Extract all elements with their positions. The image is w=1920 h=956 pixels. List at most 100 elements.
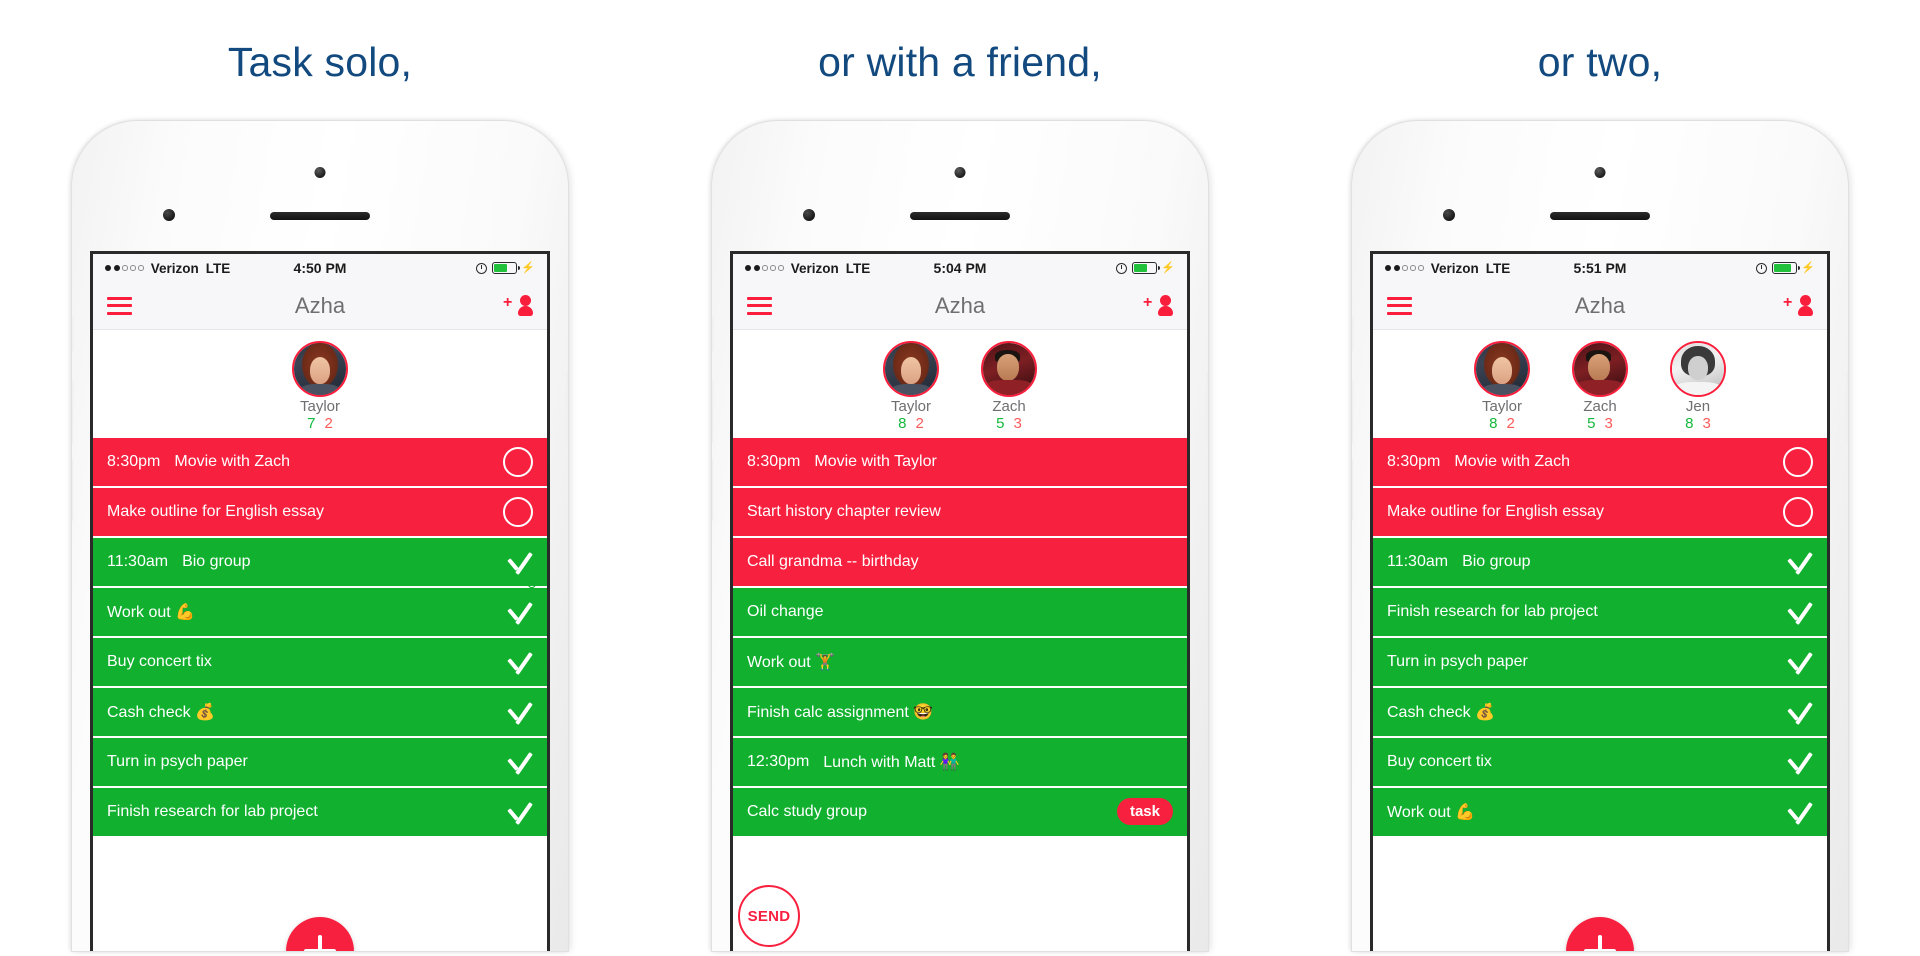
hamburger-icon[interactable]	[107, 296, 132, 315]
checkmark-icon[interactable]	[1785, 700, 1813, 724]
task-mark[interactable]	[1785, 600, 1813, 624]
task-mark[interactable]	[1785, 800, 1813, 824]
member-taylor[interactable]: Taylor 8 2	[1464, 341, 1540, 432]
hamburger-line	[1387, 304, 1412, 308]
up-button[interactable]	[712, 381, 713, 444]
task-mark[interactable]	[503, 446, 533, 477]
task-mark[interactable]	[505, 700, 533, 724]
hamburger-icon[interactable]	[747, 296, 772, 315]
task-title: Turn in psych paper	[1387, 652, 1528, 670]
incomplete-circle-icon[interactable]	[503, 446, 533, 477]
dn-button[interactable]	[72, 459, 73, 522]
nav-bar: Azha +	[93, 282, 547, 331]
task-row[interactable]: Make outline for English essay	[93, 487, 547, 538]
checkmark-icon[interactable]	[1785, 600, 1813, 624]
task-row[interactable]: 8:30pm Movie with Zach	[93, 437, 547, 488]
task-row[interactable]: Cash check 💰	[93, 687, 547, 738]
task-mark[interactable]	[505, 800, 533, 824]
task-mark[interactable]	[1783, 496, 1813, 527]
phone-column-3: or two, Verizon LTE 5:51 PM ⚡ Azha + Taylor 8 2 Za…	[1280, 0, 1920, 956]
checkmark-icon[interactable]	[1785, 550, 1813, 574]
power-button[interactable]	[1207, 371, 1208, 442]
power-button[interactable]	[567, 371, 568, 442]
task-mark[interactable]	[503, 496, 533, 527]
task-mark[interactable]	[1785, 550, 1813, 574]
task-mark[interactable]	[505, 750, 533, 774]
task-title: Buy concert tix	[1387, 752, 1492, 770]
incomplete-circle-icon[interactable]	[503, 496, 533, 527]
power-button[interactable]	[1847, 371, 1848, 442]
dn-button[interactable]	[1352, 459, 1353, 522]
task-row[interactable]: Oil change	[733, 587, 1187, 638]
member-taylor[interactable]: Taylor 7 2	[282, 341, 358, 432]
phone-wrapper-1: Verizon LTE 4:50 PM ⚡ Azha + Taylor 7 2 8:30pm Mov…	[72, 121, 568, 952]
add-person-icon[interactable]: +	[1783, 294, 1813, 318]
dn-button[interactable]	[712, 459, 713, 522]
front-camera-icon	[314, 167, 326, 179]
incomplete-circle-icon[interactable]	[1783, 446, 1813, 477]
checkmark-icon[interactable]	[1785, 750, 1813, 774]
task-row[interactable]: Make outline for English essay	[1373, 487, 1827, 538]
add-person-icon[interactable]: +	[1143, 294, 1173, 318]
member-taylor[interactable]: Taylor 8 2	[873, 341, 949, 432]
up-button[interactable]	[72, 381, 73, 444]
headline-1: Task solo,	[227, 39, 413, 85]
silent-button[interactable]	[1352, 317, 1353, 352]
up-button[interactable]	[1352, 381, 1353, 444]
member-zach[interactable]: Zach 5 3	[1562, 341, 1638, 432]
task-mark[interactable]	[1785, 750, 1813, 774]
task-mark[interactable]	[1785, 700, 1813, 724]
task-mark[interactable]	[505, 550, 533, 574]
task-time: 8:30pm	[107, 452, 161, 470]
task-row[interactable]: 11:30am Bio group ↻	[93, 537, 547, 591]
hamburger-icon[interactable]	[1387, 296, 1412, 315]
silent-button[interactable]	[72, 317, 73, 352]
task-row[interactable]: Calc study group task	[733, 787, 1187, 838]
task-row[interactable]: 11:30am Bio group	[1373, 537, 1827, 588]
task-row[interactable]: Finish calc assignment 🤓	[733, 687, 1187, 738]
task-time: 8:30pm	[1387, 452, 1441, 470]
task-mark[interactable]	[1785, 650, 1813, 674]
member-zach[interactable]: Zach 5 3	[971, 341, 1047, 432]
task-mark[interactable]	[505, 650, 533, 674]
alarm-icon	[1756, 262, 1768, 274]
send-button[interactable]: SEND	[738, 885, 800, 948]
member-jen[interactable]: Jen 8 3	[1660, 341, 1736, 432]
task-badge[interactable]: task	[1116, 798, 1173, 826]
task-row[interactable]: Finish research for lab project	[1373, 587, 1827, 638]
incomplete-circle-icon[interactable]	[1783, 496, 1813, 527]
member-scores: 83	[1685, 415, 1711, 432]
task-row[interactable]: Turn in psych paper	[1373, 637, 1827, 688]
task-row[interactable]: Buy concert tix	[93, 637, 547, 688]
checkmark-icon[interactable]	[505, 650, 533, 674]
add-person-icon[interactable]: +	[503, 294, 533, 318]
task-row[interactable]: Turn in psych paper	[93, 737, 547, 788]
signal-dot	[778, 265, 784, 271]
checkmark-icon[interactable]	[1785, 650, 1813, 674]
task-row[interactable]: 8:30pm Movie with Zach	[1373, 437, 1827, 488]
task-row[interactable]: Call grandma -- birthday	[733, 537, 1187, 588]
task-row[interactable]: Work out 💪	[1373, 787, 1827, 838]
task-mark[interactable]	[1783, 446, 1813, 477]
task-mark[interactable]	[505, 600, 533, 624]
checkmark-icon[interactable]	[505, 600, 533, 624]
task-row[interactable]: 8:30pm Movie with Taylor	[733, 437, 1187, 488]
silent-button[interactable]	[712, 317, 713, 352]
task-row[interactable]: Cash check 💰	[1373, 687, 1827, 738]
task-row[interactable]: Finish research for lab project	[93, 787, 547, 838]
task-row[interactable]: Work out 💪	[93, 587, 547, 638]
checkmark-icon[interactable]	[505, 750, 533, 774]
status-left: Verizon LTE	[1385, 261, 1600, 276]
checkmark-icon[interactable]	[505, 800, 533, 824]
status-time: 4:50 PM	[293, 260, 347, 277]
task-row[interactable]: Start history chapter review	[733, 487, 1187, 538]
signal-dot	[130, 265, 136, 271]
signal-dot	[1410, 265, 1416, 271]
task-row[interactable]: Buy concert tix	[1373, 737, 1827, 788]
checkmark-icon[interactable]	[505, 700, 533, 724]
checkmark-icon[interactable]	[1785, 800, 1813, 824]
task-row[interactable]: Work out 🏋️	[733, 637, 1187, 688]
carrier-label: Verizon	[150, 260, 199, 276]
checkmark-icon[interactable]	[505, 550, 533, 574]
task-row[interactable]: 12:30pm Lunch with Matt 👫	[733, 737, 1187, 788]
